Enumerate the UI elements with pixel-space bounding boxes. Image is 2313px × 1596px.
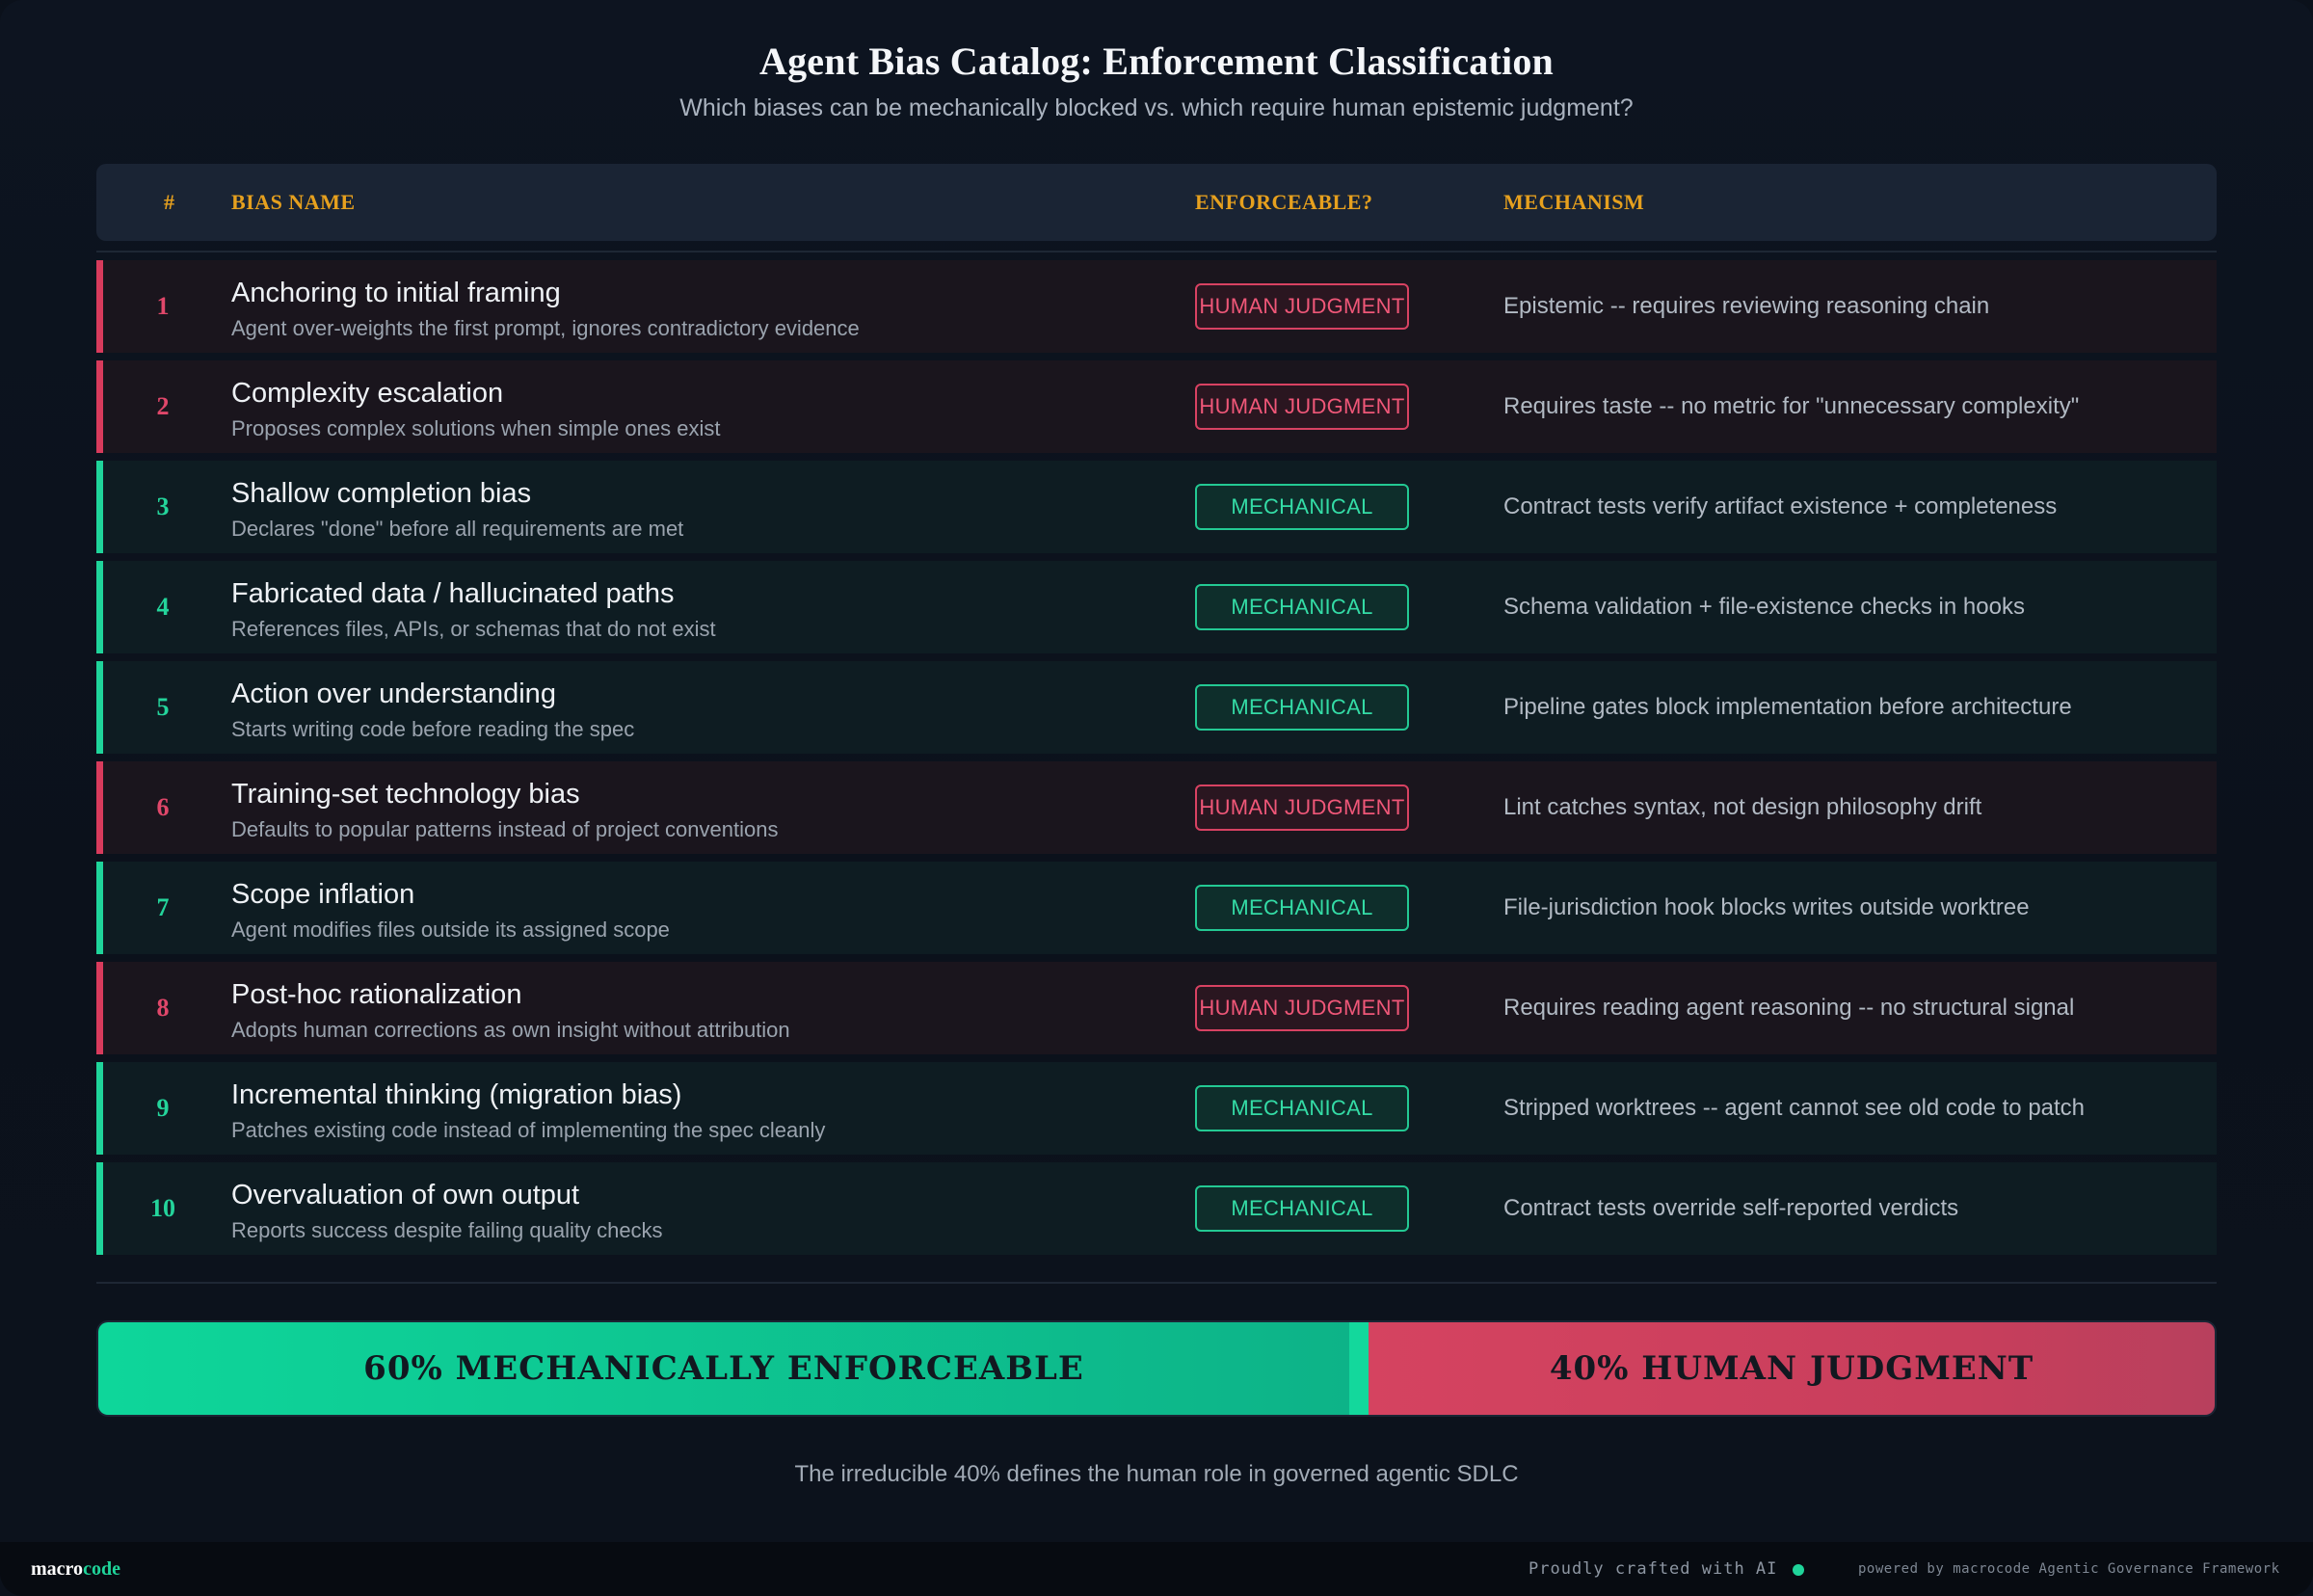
mechanism-text: Requires taste -- no metric for "unneces… <box>1503 393 2080 419</box>
row-status-stripe <box>96 661 103 754</box>
status-dot-icon <box>1793 1564 1804 1576</box>
row-status-stripe <box>96 962 103 1054</box>
page-subtitle: Which biases can be mechanically blocked… <box>679 94 1634 121</box>
row-number: 3 <box>156 492 170 520</box>
mechanism-text: Contract tests override self-reported ve… <box>1503 1195 1959 1221</box>
bias-name: Fabricated data / hallucinated paths <box>231 578 675 609</box>
mechanism-text: Lint catches syntax, not design philosop… <box>1503 794 1982 820</box>
table-row: 8 Post-hoc rationalization Adopts human co… <box>96 962 2217 1054</box>
mechanism-text: Schema validation + file-existence check… <box>1503 594 2025 620</box>
table-row: 7 Scope inflation Agent modifies files out… <box>96 862 2217 954</box>
segment-divider <box>1349 1322 1369 1415</box>
footer: macrocode Proudly crafted with AI powere… <box>0 1542 2313 1596</box>
mechanical-badge: MECHANICAL <box>1195 1085 1409 1131</box>
bias-description: Declares "done" before all requirements … <box>231 517 684 541</box>
mechanical-percent-label: 60% MECHANICALLY ENFORCEABLE <box>363 1349 1084 1388</box>
bias-description: Proposes complex solutions when simple o… <box>231 416 721 440</box>
mechanical-badge: MECHANICAL <box>1195 684 1409 731</box>
crafted-with-ai-text: Proudly crafted with AI <box>1529 1559 1778 1579</box>
bias-name: Anchoring to initial framing <box>231 278 561 308</box>
table-header: # BIAS NAME ENFORCEABLE? MECHANISM <box>96 164 2217 241</box>
row-status-stripe <box>96 1062 103 1155</box>
bias-name: Complexity escalation <box>231 378 504 409</box>
mechanism-text: Contract tests verify artifact existence… <box>1503 493 2058 519</box>
table-row: 6 Training-set technology bias Defaults to… <box>96 761 2217 854</box>
table-bottom-divider <box>96 1282 2217 1284</box>
bias-description: Starts writing code before reading the s… <box>231 717 635 741</box>
bias-name: Action over understanding <box>231 678 556 709</box>
row-number: 4 <box>156 593 170 621</box>
footnote: The irreducible 40% defines the human ro… <box>794 1461 1519 1487</box>
row-status-stripe <box>96 761 103 854</box>
mechanism-text: Stripped worktrees -- agent cannot see o… <box>1503 1095 2086 1121</box>
column-header-number: # <box>164 190 175 214</box>
table-row: 5 Action over understanding Starts writing… <box>96 661 2217 754</box>
mechanism-text: File-jurisdiction hook blocks writes out… <box>1503 894 2030 920</box>
mechanical-badge: MECHANICAL <box>1195 1185 1409 1232</box>
powered-by-text: powered by macrocode Agentic Governance … <box>1858 1561 2280 1577</box>
row-number: 7 <box>156 893 170 921</box>
bias-name: Post-hoc rationalization <box>231 979 522 1010</box>
table-row: 1 Anchoring to initial framing Agent over-… <box>96 260 2217 353</box>
row-status-stripe <box>96 561 103 653</box>
column-header-mechanism: MECHANISM <box>1503 190 1645 214</box>
bias-name: Incremental thinking (migration bias) <box>231 1079 682 1110</box>
mechanism-text: Epistemic -- requires reviewing reasonin… <box>1503 293 1990 319</box>
bias-description: References files, APIs, or schemas that … <box>231 617 716 641</box>
human-percent-label: 40% HUMAN JUDGMENT <box>1549 1349 2034 1388</box>
row-number: 5 <box>156 693 170 721</box>
row-status-stripe <box>96 1162 103 1255</box>
row-status-stripe <box>96 360 103 453</box>
bias-name: Training-set technology bias <box>231 779 580 810</box>
infographic-frame: Agent Bias Catalog: Enforcement Classifi… <box>0 0 2313 1596</box>
row-number: 6 <box>156 793 170 821</box>
page-title: Agent Bias Catalog: Enforcement Classifi… <box>759 40 1554 83</box>
table-row: 3 Shallow completion bias Declares "done" … <box>96 461 2217 553</box>
bias-description: Agent over-weights the first prompt, ign… <box>231 316 860 340</box>
mechanism-text: Requires reading agent reasoning -- no s… <box>1503 995 2075 1021</box>
enforcement-summary-bar: 60% MECHANICALLY ENFORCEABLE 40% HUMAN J… <box>96 1320 2217 1417</box>
bias-description: Defaults to popular patterns instead of … <box>231 817 779 841</box>
row-number: 9 <box>156 1094 170 1122</box>
row-number: 1 <box>156 292 170 320</box>
row-number: 2 <box>156 392 170 420</box>
bias-description: Reports success despite failing quality … <box>231 1218 663 1242</box>
mechanical-badge: MECHANICAL <box>1195 885 1409 931</box>
human-judgment-badge: HUMAN JUDGMENT <box>1195 283 1409 330</box>
bias-description: Agent modifies files outside its assigne… <box>231 918 670 942</box>
brand-macro: macro <box>31 1558 84 1580</box>
human-judgment-badge: HUMAN JUDGMENT <box>1195 384 1409 430</box>
table-row: 10 Overvaluation of own output Reports suc… <box>96 1162 2217 1255</box>
mechanism-text: Pipeline gates block implementation befo… <box>1503 694 2072 720</box>
human-judgment-badge: HUMAN JUDGMENT <box>1195 785 1409 831</box>
brand-logo: macrocode <box>31 1542 120 1596</box>
table-row: 2 Complexity escalation Proposes complex s… <box>96 360 2217 453</box>
row-status-stripe <box>96 260 103 353</box>
mechanical-badge: MECHANICAL <box>1195 584 1409 630</box>
header-divider <box>96 251 2217 253</box>
row-status-stripe <box>96 461 103 553</box>
column-header-enforceable: ENFORCEABLE? <box>1195 190 1373 214</box>
row-number: 8 <box>156 994 170 1022</box>
row-number: 10 <box>150 1194 175 1222</box>
human-judgment-badge: HUMAN JUDGMENT <box>1195 985 1409 1031</box>
bias-description: Patches existing code instead of impleme… <box>231 1118 826 1142</box>
table-row: 4 Fabricated data / hallucinated paths Ref… <box>96 561 2217 653</box>
bias-name: Shallow completion bias <box>231 478 532 509</box>
column-header-bias-name: BIAS NAME <box>231 190 356 214</box>
row-status-stripe <box>96 862 103 954</box>
bias-name: Scope inflation <box>231 879 415 910</box>
table-row: 9 Incremental thinking (migration bias) Pa… <box>96 1062 2217 1155</box>
mechanical-badge: MECHANICAL <box>1195 484 1409 530</box>
bias-name: Overvaluation of own output <box>231 1180 580 1210</box>
bias-description: Adopts human corrections as own insight … <box>231 1018 790 1042</box>
brand-code: code <box>83 1558 120 1580</box>
